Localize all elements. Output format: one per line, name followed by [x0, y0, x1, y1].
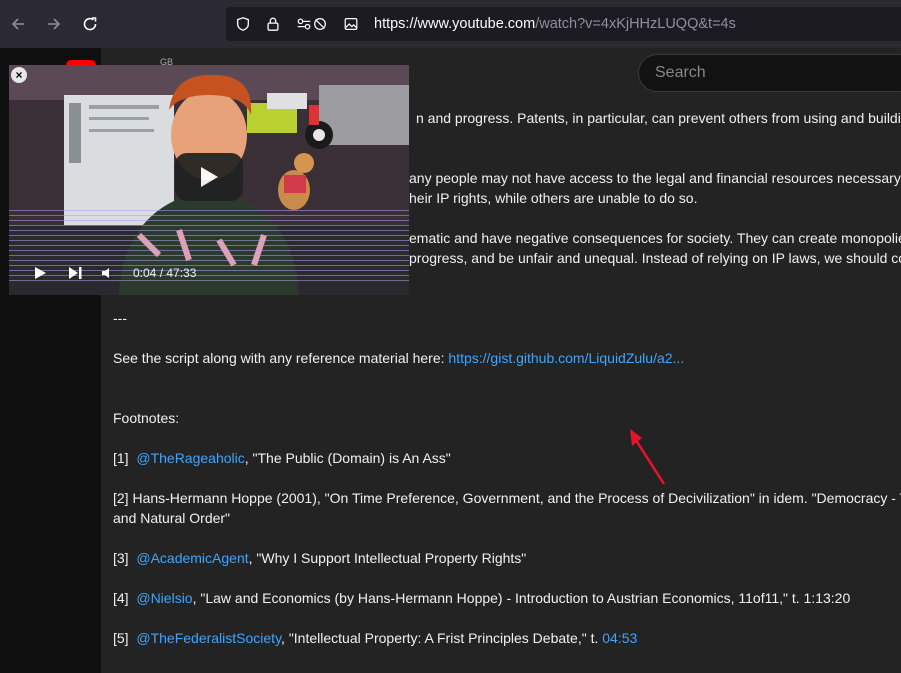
- next-icon[interactable]: [67, 266, 83, 280]
- script-link[interactable]: https://gist.github.com/LiquidZulu/a2...: [448, 350, 684, 366]
- reload-icon: [83, 17, 97, 31]
- footnote-text: , "The Public (Domain) is An Ass": [244, 450, 451, 466]
- footnote-3: [3] @AcademicAgent, "Why I Support Intel…: [113, 548, 526, 568]
- description-line: ematic and have negative consequences fo…: [409, 230, 901, 246]
- footnote-2-line1: [2] Hans-Hermann Hoppe (2001), "On Time …: [113, 490, 901, 506]
- channel-link[interactable]: @TheFederalistSociety: [136, 630, 281, 646]
- channel-link[interactable]: @TheRageaholic: [136, 450, 244, 466]
- arrow-right-icon: [48, 18, 61, 30]
- separator-line: ---: [113, 310, 127, 326]
- footnote-number: [3]: [113, 550, 129, 566]
- footnote-text: , "Why I Support Intellectual Property R…: [248, 550, 527, 566]
- description-line: heir IP rights, while others are unable …: [409, 190, 698, 206]
- footnote-1: [1] @TheRageaholic, "The Public (Domain)…: [113, 448, 451, 468]
- footnote-5: [5] @TheFederalistSociety, "Intellectual…: [113, 628, 637, 648]
- annotation-arrow-icon: [630, 429, 666, 485]
- permissions-icon[interactable]: [294, 15, 330, 33]
- footnote-text: , "Intellectual Property: A Frist Princi…: [281, 630, 603, 646]
- volume-icon[interactable]: [101, 266, 115, 280]
- footnote-4: [4] @Nielsio, "Law and Economics (by Han…: [113, 588, 850, 608]
- picture-in-picture-player[interactable]: × 0:04 / 47:33: [9, 65, 409, 295]
- footnote-number: [1]: [113, 450, 129, 466]
- description-line: progress, and be unfair and unequal. Ins…: [409, 250, 901, 266]
- timestamp-link[interactable]: 04:53: [602, 630, 637, 646]
- image-icon[interactable]: [342, 15, 360, 33]
- description-line: any people may not have access to the le…: [409, 170, 901, 186]
- channel-link[interactable]: @AcademicAgent: [136, 550, 248, 566]
- footnote-text: , "Law and Economics (by Hans-Hermann Ho…: [192, 590, 851, 606]
- search-input[interactable]: Search: [638, 54, 901, 92]
- lock-icon[interactable]: [264, 15, 282, 33]
- url-text[interactable]: https://www.youtube.com/watch?v=4xKjHHzL…: [374, 16, 736, 32]
- footnotes-title: Footnotes:: [113, 410, 180, 426]
- forward-button[interactable]: [36, 6, 72, 42]
- channel-link[interactable]: @Nielsio: [136, 590, 192, 606]
- play-icon: [201, 167, 218, 187]
- footnote-2-line2: and Natural Order": [113, 510, 231, 526]
- footnote-number: [4]: [113, 590, 129, 606]
- arrow-left-icon: [11, 18, 24, 30]
- play-icon[interactable]: [33, 266, 47, 280]
- play-button[interactable]: [175, 153, 243, 201]
- description-line: n and progress. Patents, in particular, …: [416, 110, 901, 126]
- script-prefix: See the script along with any reference …: [113, 350, 449, 366]
- search-placeholder: Search: [655, 64, 706, 81]
- time-display: 0:04 / 47:33: [133, 266, 197, 280]
- footnote-number: [5]: [113, 630, 129, 646]
- browser-toolbar: https://www.youtube.com/watch?v=4xKjHHzL…: [0, 0, 901, 48]
- url-bar[interactable]: https://www.youtube.com/watch?v=4xKjHHzL…: [226, 7, 901, 41]
- player-controls: [9, 260, 409, 286]
- back-button[interactable]: [0, 6, 36, 42]
- script-line: See the script along with any reference …: [113, 348, 684, 368]
- shield-icon[interactable]: [234, 15, 252, 33]
- close-icon[interactable]: ×: [11, 67, 27, 83]
- reload-button[interactable]: [72, 6, 108, 42]
